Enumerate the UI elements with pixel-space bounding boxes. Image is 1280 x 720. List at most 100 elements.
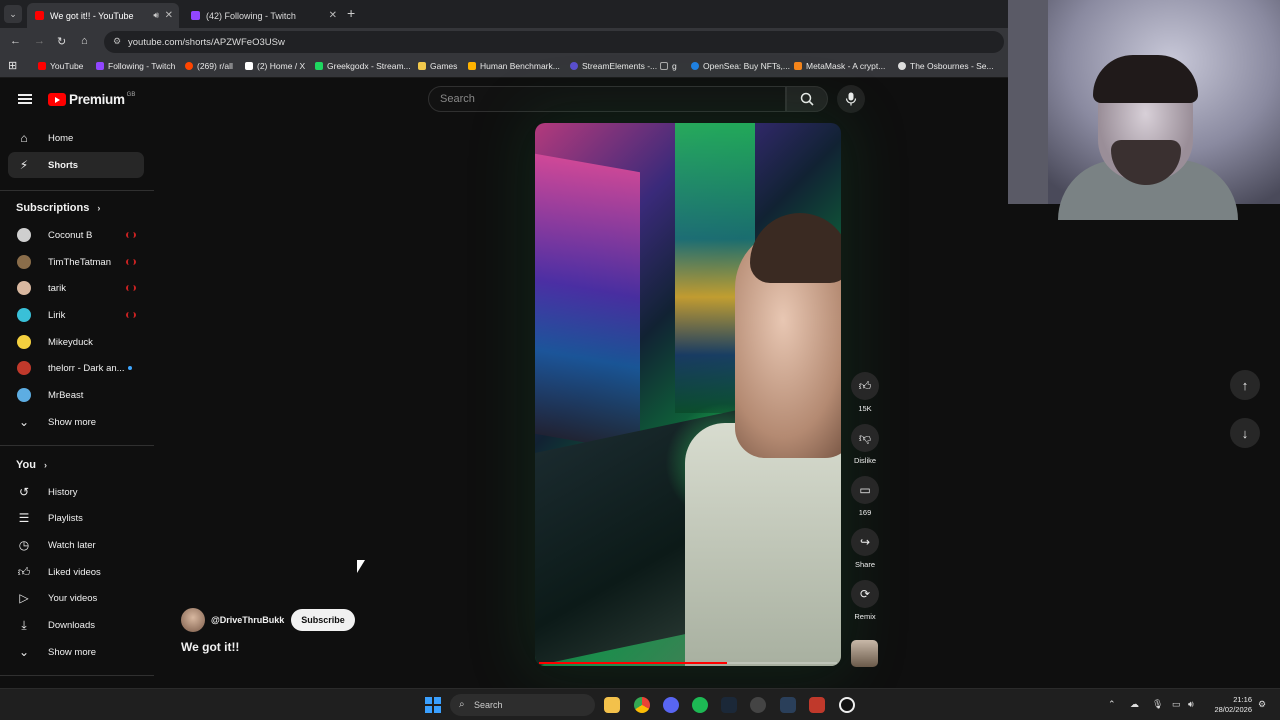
sidebar-item-mrbeast[interactable]: MrBeast (8, 382, 144, 408)
bookmark-streamelements[interactable]: StreamElements -... (570, 61, 657, 71)
sound-thumbnail[interactable] (851, 640, 878, 667)
divider (0, 675, 154, 676)
close-tab-icon[interactable]: ✕ (329, 10, 337, 21)
sidebar-item-tarik[interactable]: tarik (8, 275, 144, 301)
bookmark-twitch[interactable]: Following - Twitch (96, 61, 175, 71)
bookmark-label: Human Benchmark... (480, 61, 560, 71)
short-owner: @DriveThruBukk Subscribe (181, 608, 355, 632)
app-icon[interactable] (809, 697, 825, 713)
app-icon[interactable] (839, 697, 855, 713)
x-icon (245, 62, 253, 70)
address-bar[interactable]: ⚙︎ youtube.com/shorts/APZWFeO3USw (104, 31, 1004, 53)
sidebar-item-lirik[interactable]: Lirik (8, 302, 144, 328)
close-tab-icon[interactable]: ✕ (165, 10, 173, 21)
steam-icon[interactable] (721, 697, 737, 713)
shorts-icon: ⚡︎ (19, 158, 29, 172)
apps-grid-icon[interactable]: ⊞ (8, 59, 17, 72)
file-explorer-icon[interactable] (604, 697, 620, 713)
twitch-icon (96, 62, 104, 70)
live-icon (126, 285, 136, 291)
network-icon[interactable]: ☁︎ (1130, 699, 1139, 710)
bookmark-greekgodx[interactable]: Greekgodx - Stream... (315, 61, 411, 71)
reload-icon[interactable]: ↻ (57, 35, 66, 48)
sidebar-item-thelorr[interactable]: thelorr - Dark an... (8, 355, 144, 381)
search-input[interactable]: Search (428, 86, 786, 112)
bookmark-human-benchmark[interactable]: Human Benchmark... (468, 61, 560, 71)
notification-icon[interactable]: ⚙︎ (1258, 699, 1266, 710)
bookmark-reddit[interactable]: (269) r/all (185, 61, 233, 71)
previous-short-button[interactable]: ↑ (1230, 370, 1260, 400)
bookmark-g-folder[interactable]: g (660, 61, 677, 71)
short-video-player[interactable] (535, 123, 841, 666)
back-icon[interactable]: ← (10, 35, 21, 47)
tab-youtube[interactable]: We got it!! - YouTube 🔊︎ ✕ (27, 3, 179, 28)
sidebar-item-mikeyduck[interactable]: Mikeyduck (8, 329, 144, 355)
bookmark-games[interactable]: Games (418, 61, 457, 71)
chevron-up-icon[interactable]: ⌃ (1108, 699, 1116, 710)
video-progress-bar[interactable] (539, 662, 837, 664)
you-header[interactable]: You › (16, 459, 47, 471)
speaker-icon[interactable]: 🔊︎ (153, 10, 159, 21)
tab-twitch[interactable]: (42) Following - Twitch ✕ (183, 3, 343, 28)
thumbs-down-icon[interactable]: 👎︎ (851, 424, 879, 452)
chrome-icon[interactable] (634, 697, 650, 713)
video-progress-fill (539, 662, 727, 664)
discord-icon[interactable] (663, 697, 679, 713)
channel-avatar[interactable] (181, 608, 205, 632)
youtube-logo[interactable]: Premium GB (48, 92, 135, 107)
taskbar-search[interactable]: ⌕ Search (450, 694, 595, 716)
sidebar-item-playlists[interactable]: ☰ Playlists (8, 505, 144, 531)
site-info-icon[interactable]: ⚙︎ (113, 36, 121, 47)
bookmark-osbournes[interactable]: The Osbournes - Se... (898, 61, 994, 71)
reddit-icon (185, 62, 193, 70)
home-icon[interactable]: ⌂ (81, 35, 88, 47)
tab-search-button[interactable]: ⌄ (4, 5, 22, 23)
thumbs-up-icon[interactable]: 👍︎ (851, 372, 879, 400)
spotify-icon[interactable] (692, 697, 708, 713)
bookmark-x[interactable]: (2) Home / X (245, 61, 305, 71)
sidebar-item-label: History (48, 486, 78, 498)
microphone-icon[interactable]: 🎙︎ (1152, 699, 1163, 710)
voice-search-button[interactable] (837, 85, 865, 113)
bookmark-youtube[interactable]: YouTube (38, 61, 83, 71)
sidebar-item-label: Lirik (48, 309, 66, 321)
sidebar-item-coconut-b[interactable]: Coconut B (8, 222, 144, 248)
bookmark-label: OpenSea: Buy NFTs,... (703, 61, 790, 71)
show-more-subscriptions[interactable]: ⌄ Show more (8, 409, 144, 435)
sidebar-item-watch-later[interactable]: ◷ Watch later (8, 532, 144, 558)
menu-icon[interactable] (18, 94, 32, 104)
bookmark-metamask[interactable]: MetaMask - A crypt... (794, 61, 885, 71)
channel-handle[interactable]: @DriveThruBukk (211, 615, 284, 625)
forward-icon[interactable]: → (34, 35, 45, 47)
sidebar-item-history[interactable]: ↺ History (8, 479, 144, 505)
volume-icon[interactable]: 🔊︎ (1188, 699, 1194, 710)
search-button[interactable] (786, 86, 828, 112)
windows-start-icon[interactable] (425, 697, 441, 713)
sidebar-item-home[interactable]: ⌂ Home (8, 125, 144, 151)
subscriptions-header[interactable]: Subscriptions › (16, 202, 100, 214)
display-icon[interactable]: ▭ (1172, 699, 1181, 710)
sidebar-item-liked-videos[interactable]: 👍︎ Liked videos (8, 559, 144, 585)
site-icon (898, 62, 906, 70)
sidebar-item-shorts[interactable]: ⚡︎ Shorts (8, 152, 144, 178)
bookmark-opensea[interactable]: OpenSea: Buy NFTs,... (691, 61, 790, 71)
sidebar-item-label: MrBeast (48, 389, 84, 401)
sidebar-item-your-videos[interactable]: ▷ Your videos (8, 585, 144, 611)
webcam-overlay (1008, 0, 1280, 220)
new-tab-icon[interactable]: + (347, 5, 355, 21)
share-icon[interactable]: ↪ (851, 528, 879, 556)
chevron-down-icon: ⌄ (18, 645, 30, 659)
obs-icon[interactable] (750, 697, 766, 713)
app-icon[interactable] (780, 697, 796, 713)
remix-icon[interactable]: ⟳ (851, 580, 879, 608)
sidebar-item-label: tarik (48, 282, 66, 294)
sidebar-item-downloads[interactable]: ⤓ Downloads (8, 612, 144, 638)
subscribe-button[interactable]: Subscribe (291, 609, 355, 631)
show-more-you[interactable]: ⌄ Show more (8, 639, 144, 665)
comment-icon[interactable]: ▭ (851, 476, 879, 504)
comments-action: ▭ 169 (848, 476, 882, 517)
next-short-button[interactable]: ↓ (1230, 418, 1260, 448)
sidebar-item-timthetatman[interactable]: TimTheTatman (8, 249, 144, 275)
clock[interactable]: 21:16 28/02/2026 (1214, 695, 1252, 715)
share-label: Share (854, 560, 875, 569)
